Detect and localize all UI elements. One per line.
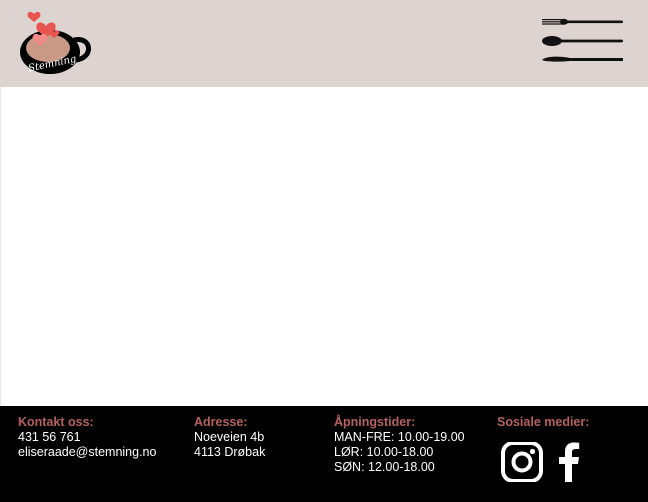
contact-email[interactable]: eliseraade@stemning.no	[18, 445, 156, 460]
main-content	[0, 87, 648, 406]
hours-sunday: SØN: 12.00-18.00	[334, 460, 435, 474]
instagram-icon	[501, 441, 543, 483]
opening-hours-heading: Åpningstider:	[334, 415, 416, 429]
facebook-link[interactable]	[556, 442, 582, 482]
address-section: Adresse: Noeveien 4b 4113 Drøbak	[194, 415, 265, 460]
logo-icon: Stemning	[20, 11, 91, 75]
menu-button[interactable]	[540, 14, 626, 66]
hours-saturday: LØR: 10.00-18.00	[334, 445, 434, 459]
social-section: Sosiale medier:	[497, 415, 589, 430]
address-city: 4113 Drøbak	[194, 445, 266, 459]
social-heading: Sosiale medier:	[497, 415, 590, 429]
facebook-icon	[559, 442, 580, 482]
instagram-link[interactable]	[501, 441, 543, 483]
opening-hours-section: Åpningstider: MAN-FRE: 10.00-19.00 LØR: …	[334, 415, 465, 475]
site-footer: Kontakt oss: 431 56 761 eliseraade@stemn…	[0, 406, 648, 502]
address-heading: Adresse:	[194, 415, 248, 429]
contact-phone[interactable]: 431 56 761	[18, 430, 156, 445]
site-header: Stemning	[0, 0, 648, 87]
contact-section: Kontakt oss: 431 56 761 eliseraade@stemn…	[18, 415, 156, 460]
cutlery-menu-icon	[542, 18, 623, 62]
hours-weekdays: MAN-FRE: 10.00-19.00	[334, 430, 465, 444]
logo-link[interactable]: Stemning	[16, 10, 94, 78]
contact-heading: Kontakt oss:	[18, 415, 94, 429]
address-street: Noeveien 4b	[194, 430, 265, 444]
